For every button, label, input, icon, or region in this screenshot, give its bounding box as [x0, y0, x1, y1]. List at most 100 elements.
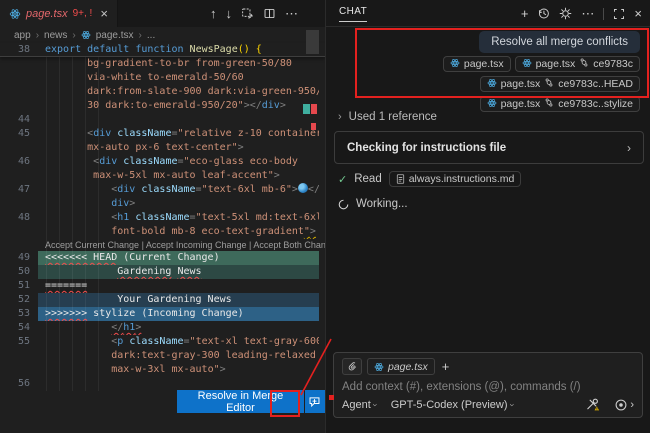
tool-status-box[interactable]: Checking for instructions file ›: [334, 131, 644, 164]
breadcrumb[interactable]: app › news › page.tsx › ...: [0, 27, 325, 43]
line-content: mx-auto px-6 text-center">: [38, 141, 319, 155]
react-icon: [81, 30, 91, 40]
paperclip-icon[interactable]: [342, 358, 362, 375]
read-file-name: always.instructions.md: [409, 173, 515, 185]
line-number: 49: [0, 251, 38, 265]
line-number: 38: [0, 43, 38, 56]
line-number: [0, 225, 38, 239]
history-icon[interactable]: [537, 7, 550, 20]
navigate-down-icon[interactable]: ↓: [226, 7, 233, 20]
send-button[interactable]: ›: [614, 398, 634, 412]
code-line-49: 49<<<<<<< HEAD (Current Change): [0, 251, 325, 265]
breadcrumb-news[interactable]: news: [44, 30, 67, 41]
codelens-accept-current-change[interactable]: Accept Current Change: [45, 240, 139, 250]
code-line-45: 45 <div className="relative z-10 contain…: [0, 127, 325, 141]
line-content: <div className="eco-glass eco-body: [38, 155, 319, 169]
close-icon[interactable]: ×: [634, 7, 642, 20]
new-chat-icon[interactable]: +: [521, 7, 529, 20]
line-number: [0, 197, 38, 211]
breadcrumb-app[interactable]: app: [14, 30, 31, 41]
tools-warning-icon[interactable]: [585, 397, 600, 412]
agent-mode-dropdown[interactable]: Agent ›: [342, 399, 377, 411]
scrollbar-thumb[interactable]: [306, 30, 319, 54]
chevron-right-icon: ›: [36, 30, 39, 41]
line-number: [0, 99, 38, 113]
code-line-wrap: via-white to-emerald-50/60: [0, 71, 325, 85]
context-chip-label: page.tsx: [388, 361, 428, 373]
globe-emoji: [298, 183, 308, 193]
line-content: <p className="text-xl text-gray-600: [38, 335, 319, 349]
line-content: [38, 113, 319, 127]
read-label: Read: [354, 173, 382, 185]
comment-plus-icon[interactable]: [305, 390, 325, 413]
line-number: 48: [0, 211, 38, 225]
spinner-icon: [338, 199, 349, 210]
react-icon: [487, 98, 497, 111]
chevron-right-icon: ›: [72, 30, 75, 41]
react-icon: [374, 362, 384, 372]
code-editor[interactable]: 38export default function NewsPage() { b…: [0, 43, 325, 391]
used-references-toggle[interactable]: › Used 1 reference: [338, 111, 437, 123]
line-content: export default function NewsPage() {: [38, 43, 319, 56]
navigate-up-icon[interactable]: ↑: [210, 7, 217, 20]
code-line-wrap: max-w-5xl mx-auto leaf-accent">: [0, 169, 325, 183]
line-number: 44: [0, 113, 38, 127]
breadcrumb-file[interactable]: page.tsx: [96, 30, 134, 41]
editor-pane: page.tsx 9+, ! × ↑ ↓ ⋯ app › news › page…: [0, 0, 325, 433]
merge-codelens: Accept Current Change | Accept Incoming …: [0, 239, 325, 251]
chat-input-placeholder[interactable]: Add context (#), extensions (@), command…: [342, 381, 634, 393]
split-editor-icon[interactable]: [263, 7, 276, 20]
attachment-chip[interactable]: page.tsxce9783c..HEAD: [480, 76, 640, 92]
code-line-48: 48 <h1 className="text-5xl md:text-6xl: [0, 211, 325, 225]
line-number: 54: [0, 321, 38, 335]
line-number: 45: [0, 127, 38, 141]
tab-chat[interactable]: CHAT: [339, 6, 367, 22]
line-number: 46: [0, 155, 38, 169]
more-icon[interactable]: ⋯: [581, 7, 594, 20]
code-line-52: 52 Your Gardening News: [0, 293, 325, 307]
code-line-wrap: mx-auto px-6 text-center">: [0, 141, 325, 155]
line-content: <h1 className="text-5xl md:text-6xl: [38, 211, 319, 225]
open-changes-icon[interactable]: [241, 7, 254, 20]
close-icon[interactable]: ×: [100, 7, 108, 20]
model-dropdown[interactable]: GPT-5-Codex (Preview) ›: [391, 399, 514, 411]
attachment-chips: page.tsxpage.tsxce9783c page.tsxce9783c..…: [348, 56, 640, 112]
file-icon: [396, 174, 405, 184]
line-content: dark:from-slate-900 dark:via-green-950/: [38, 85, 319, 99]
line-content: bg-gradient-to-br from-green-50/80: [38, 57, 319, 71]
model-label: GPT-5-Codex (Preview): [391, 399, 508, 411]
code-line-wrap: dark:text-gray-300 leading-relaxed: [0, 349, 325, 363]
line-number: [0, 57, 38, 71]
codelens-accept-incoming-change[interactable]: Accept Incoming Change: [146, 240, 247, 250]
attachment-chip[interactable]: page.tsxce9783c..stylize: [480, 96, 640, 112]
line-number: 53: [0, 307, 38, 321]
tab-problems-badge: 9+, !: [73, 8, 93, 19]
react-icon: [522, 58, 532, 71]
line-content: <div className="relative z-10 container: [38, 127, 319, 141]
line-content: =======: [38, 279, 319, 293]
attachment-chip[interactable]: page.tsxce9783c: [515, 56, 640, 72]
line-content: Gardening News: [38, 265, 319, 279]
user-message-bubble: Resolve all merge conflicts: [479, 31, 640, 53]
add-context-icon[interactable]: +: [442, 359, 450, 374]
chat-input-box[interactable]: page.tsx + Add context (#), extensions (…: [333, 352, 643, 418]
screen-full-icon[interactable]: [613, 8, 625, 20]
overview-ruler-modified-mark: [303, 104, 310, 114]
tab-page-tsx[interactable]: page.tsx 9+, ! ×: [0, 0, 118, 27]
tool-status-label: Checking for instructions file: [347, 142, 627, 154]
chevron-right-icon: ›: [139, 30, 142, 41]
context-chip-page-tsx[interactable]: page.tsx: [367, 358, 435, 375]
resolve-in-merge-editor-button[interactable]: Resolve in Merge Editor: [177, 390, 304, 413]
react-icon: [487, 78, 497, 91]
breadcrumb-symbol[interactable]: ...: [147, 30, 155, 41]
read-file-chip[interactable]: always.instructions.md: [389, 171, 522, 187]
more-actions-icon[interactable]: ⋯: [285, 7, 298, 20]
line-number: [0, 363, 38, 377]
code-line-44: 44: [0, 113, 325, 127]
line-number: 56: [0, 377, 38, 391]
line-content: <div className="text-6xl mb-6"></: [38, 183, 319, 197]
code-line-56: 56: [0, 377, 325, 391]
gear-icon[interactable]: [559, 7, 572, 20]
attachment-chip[interactable]: page.tsx: [443, 56, 511, 72]
react-icon: [450, 58, 460, 71]
